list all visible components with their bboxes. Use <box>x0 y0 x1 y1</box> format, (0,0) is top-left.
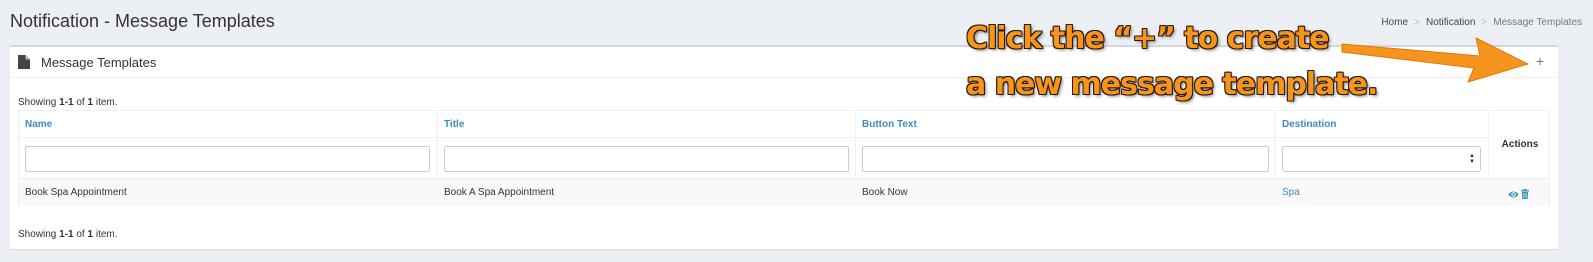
summary-top: Showing 1-1 of 1 item. <box>18 97 118 108</box>
breadcrumb: Home > Notification > Message Templates <box>1381 17 1582 28</box>
eye-icon[interactable] <box>1508 186 1519 204</box>
destination-filter-select[interactable]: ▲ ▼ <box>1282 146 1481 172</box>
column-header-button-text[interactable]: Button Text <box>862 119 917 130</box>
annotation-line-2: a new message template. <box>966 67 1378 102</box>
header-divider <box>19 137 1488 138</box>
add-template-button[interactable]: + <box>1533 54 1547 68</box>
column-header-actions: Actions <box>1488 111 1551 178</box>
summary-middle: of <box>73 229 88 240</box>
page-title: Notification - Message Templates <box>10 11 275 31</box>
cell-destination-link[interactable]: Spa <box>1282 187 1300 198</box>
tutorial-annotation: Click the “+” to create a new message te… <box>966 16 1378 108</box>
arrow-icon <box>1341 37 1529 83</box>
summary-middle: of <box>73 97 88 108</box>
summary-suffix: item. <box>93 97 118 108</box>
cell-button-text: Book Now <box>862 187 908 198</box>
select-arrows-icon: ▲ ▼ <box>1469 153 1475 165</box>
column-header-title[interactable]: Title <box>444 119 464 130</box>
cell-name: Book Spa Appointment <box>25 187 127 198</box>
breadcrumb-separator: > <box>1414 17 1420 28</box>
summary-prefix: Showing <box>18 97 60 108</box>
column-header-name[interactable]: Name <box>25 119 52 130</box>
column-header-destination[interactable]: Destination <box>1282 119 1336 130</box>
column-divider <box>855 111 856 178</box>
breadcrumb-home[interactable]: Home <box>1381 17 1408 28</box>
column-divider <box>437 111 438 178</box>
title-filter-input[interactable] <box>444 146 849 172</box>
summary-range: 1-1 <box>59 229 74 240</box>
cell-title: Book A Spa Appointment <box>444 187 555 198</box>
templates-grid: Name Title Button Text Destination ▲ ▼ Ac… <box>18 110 1550 206</box>
row-actions <box>1508 186 1529 204</box>
breadcrumb-separator: > <box>1481 17 1488 28</box>
summary-suffix: item. <box>93 229 118 240</box>
summary-prefix: Showing <box>18 229 60 240</box>
breadcrumb-current: Message Templates <box>1493 17 1582 28</box>
column-divider <box>1274 111 1275 178</box>
summary-range: 1-1 <box>59 97 74 108</box>
file-icon <box>18 55 30 69</box>
breadcrumb-notification[interactable]: Notification <box>1426 17 1475 28</box>
panel-title: Message Templates <box>41 55 157 70</box>
annotation-line-1: Click the “+” to create <box>966 21 1330 56</box>
trash-icon[interactable] <box>1521 186 1529 204</box>
name-filter-input[interactable] <box>25 146 430 172</box>
table-row: Book Spa Appointment Book A Spa Appointm… <box>19 178 1549 206</box>
button-text-filter-input[interactable] <box>862 146 1269 172</box>
summary-bottom: Showing 1-1 of 1 item. <box>18 229 118 240</box>
